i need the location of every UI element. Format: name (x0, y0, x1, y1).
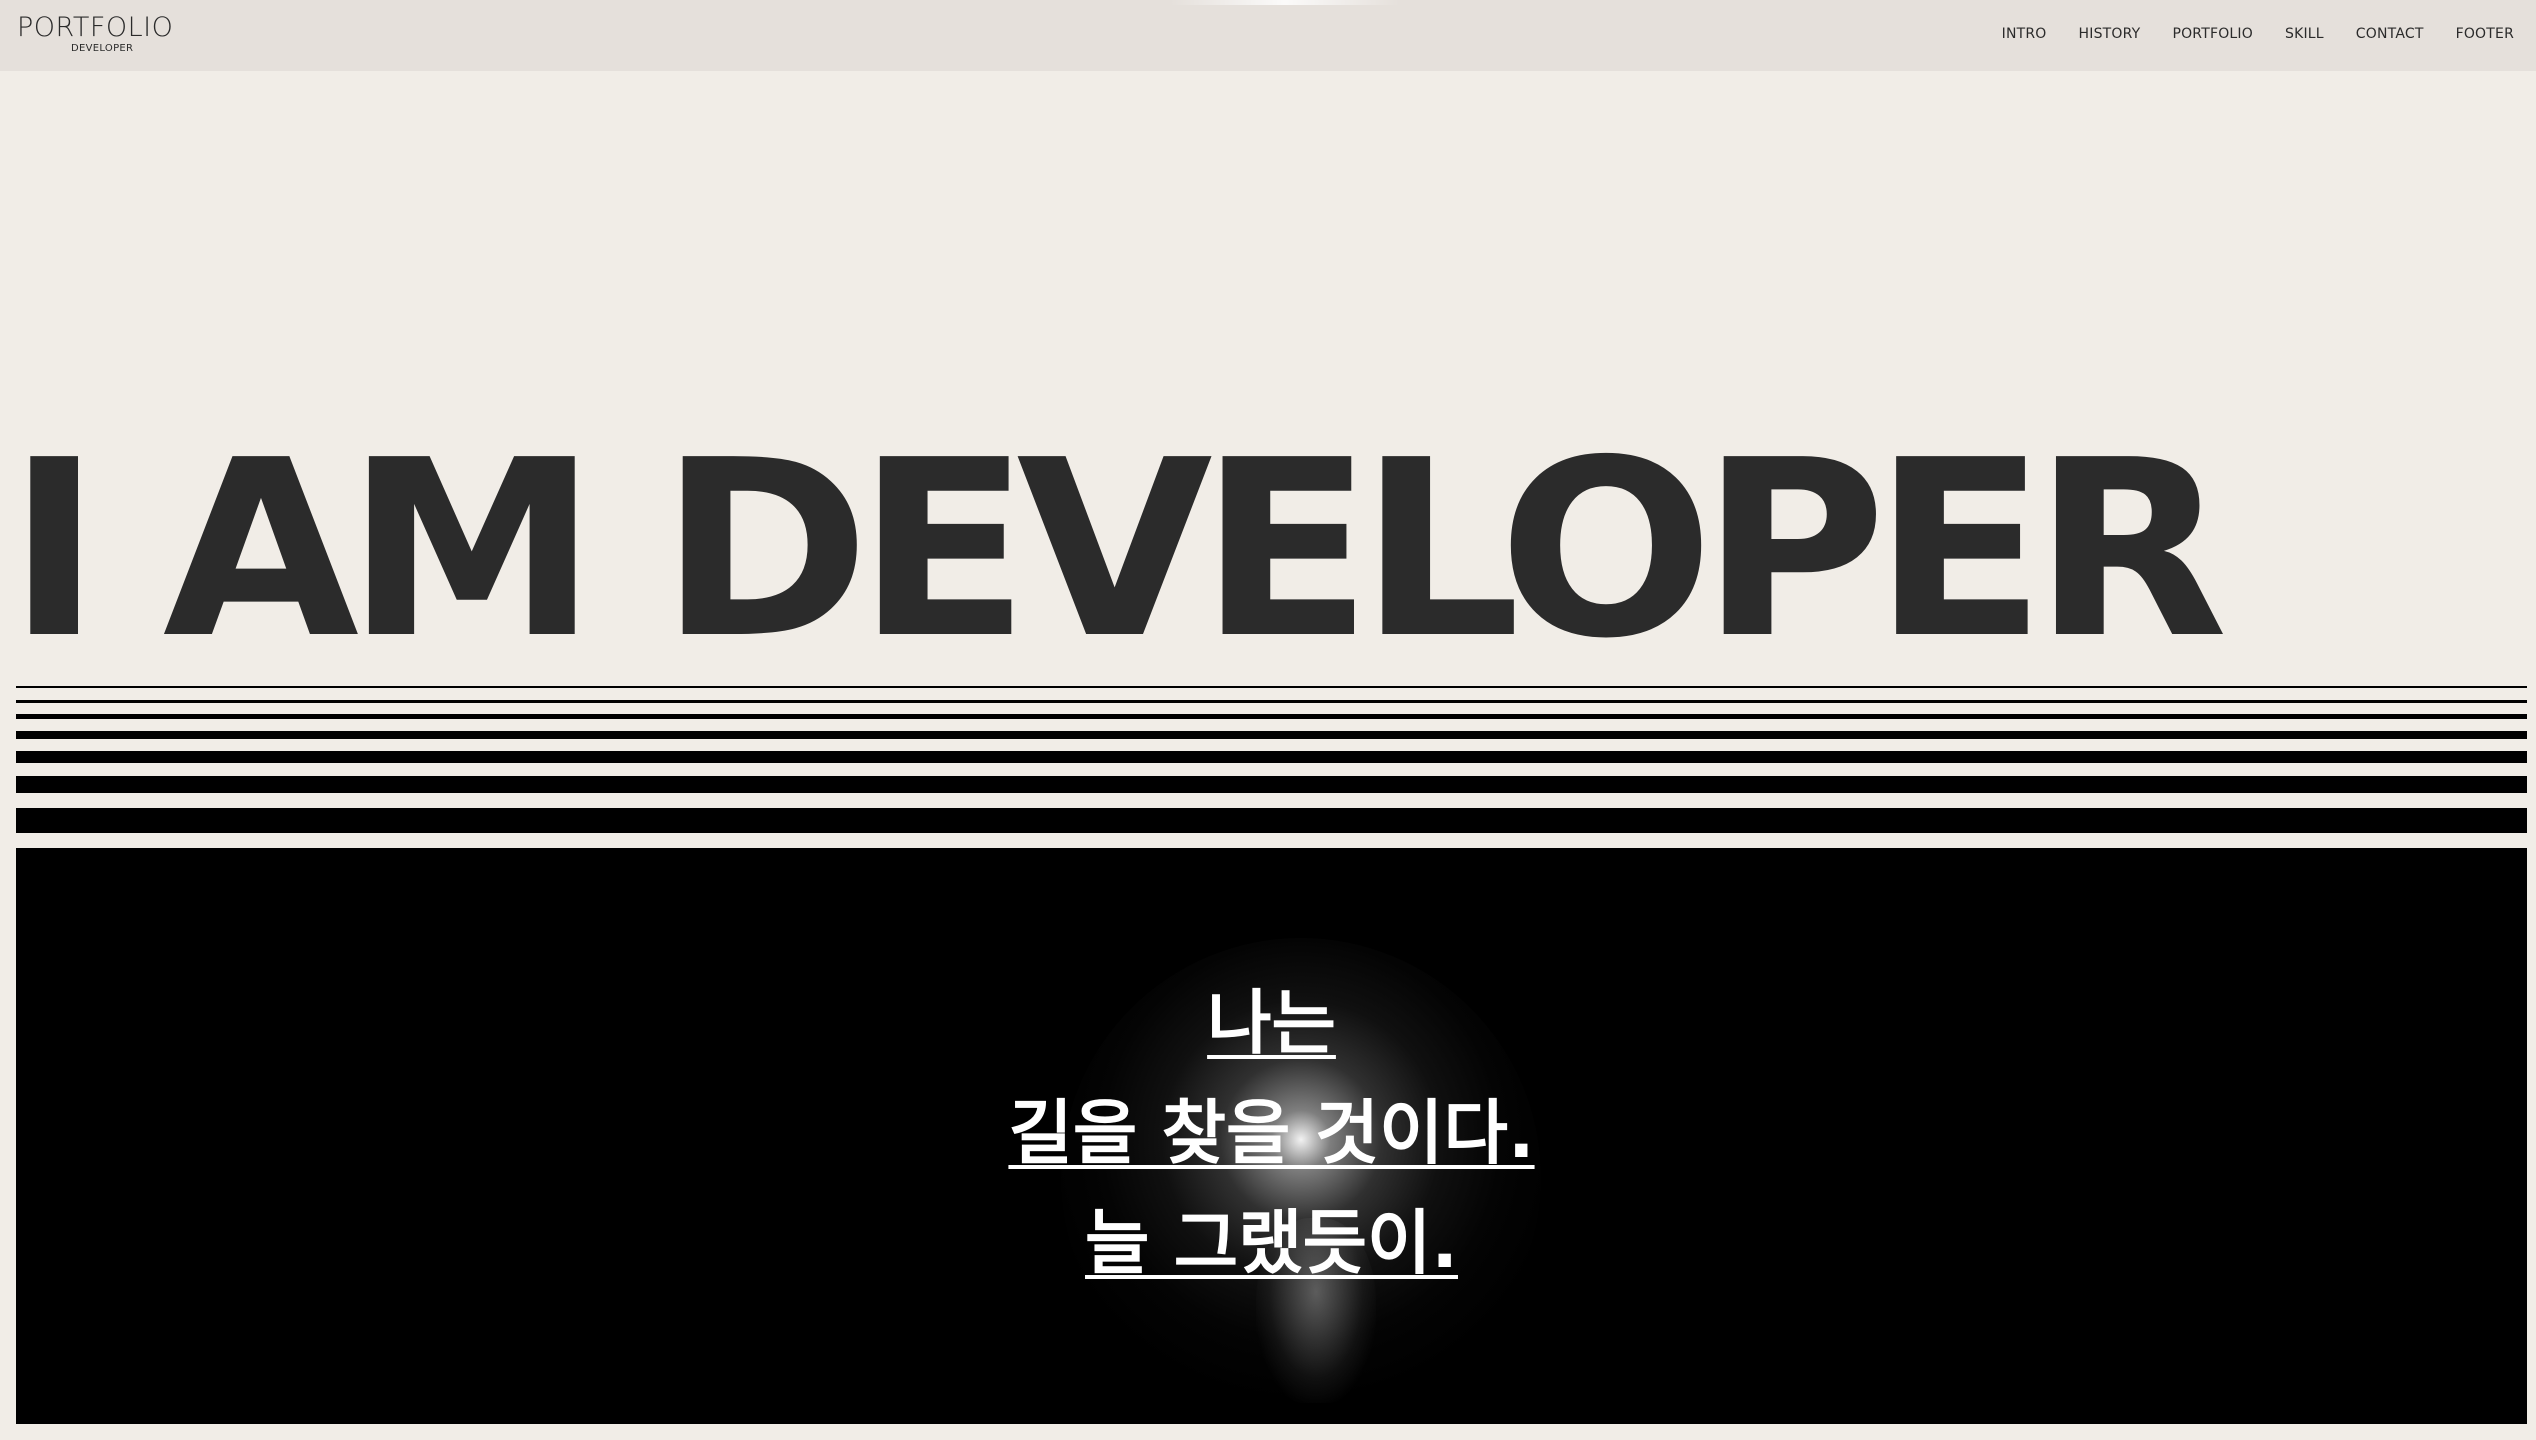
stripe-divider (16, 808, 2527, 833)
intro-panel: 나는 길을 찾을 것이다. 늘 그랬듯이. (16, 848, 2527, 1424)
header-highlight (1170, 0, 1400, 5)
stripe-divider (16, 700, 2527, 703)
logo-subtitle: DEVELOPER (71, 43, 134, 54)
quote-line-text: 늘 그랬듯이. (1085, 1202, 1458, 1284)
nav-item-intro[interactable]: INTRO (2002, 24, 2047, 44)
intro-quote: 나는 길을 찾을 것이다. 늘 그랬듯이. (16, 968, 2527, 1298)
nav-item-contact[interactable]: CONTACT (2356, 24, 2424, 44)
stripe-divider (16, 751, 2527, 763)
logo-title: PORTFOLIO (17, 12, 174, 43)
nav-item-footer[interactable]: FOOTER (2456, 24, 2514, 44)
quote-line: 길을 찾을 것이다. (16, 1078, 2527, 1188)
nav-item-portfolio[interactable]: PORTFOLIO (2172, 24, 2253, 44)
hero-title: I AM DEVELOPER (7, 408, 2228, 692)
stripe-divider (16, 731, 2527, 739)
nav-item-history[interactable]: HISTORY (2079, 24, 2141, 44)
stripe-divider (16, 686, 2527, 688)
main-nav: INTRO HISTORY PORTFOLIO SKILL CONTACT FO… (2002, 24, 2514, 44)
stripe-divider (16, 776, 2527, 793)
logo[interactable]: PORTFOLIO DEVELOPER (17, 12, 207, 56)
quote-line-text: 나는 (1207, 982, 1336, 1064)
nav-item-skill[interactable]: SKILL (2285, 24, 2324, 44)
quote-line-text: 길을 찾을 것이다. (1008, 1092, 1535, 1174)
site-header: PORTFOLIO DEVELOPER INTRO HISTORY PORTFO… (0, 0, 2536, 71)
stripe-divider (16, 714, 2527, 719)
quote-line: 나는 (16, 968, 2527, 1078)
quote-line: 늘 그랬듯이. (16, 1188, 2527, 1298)
